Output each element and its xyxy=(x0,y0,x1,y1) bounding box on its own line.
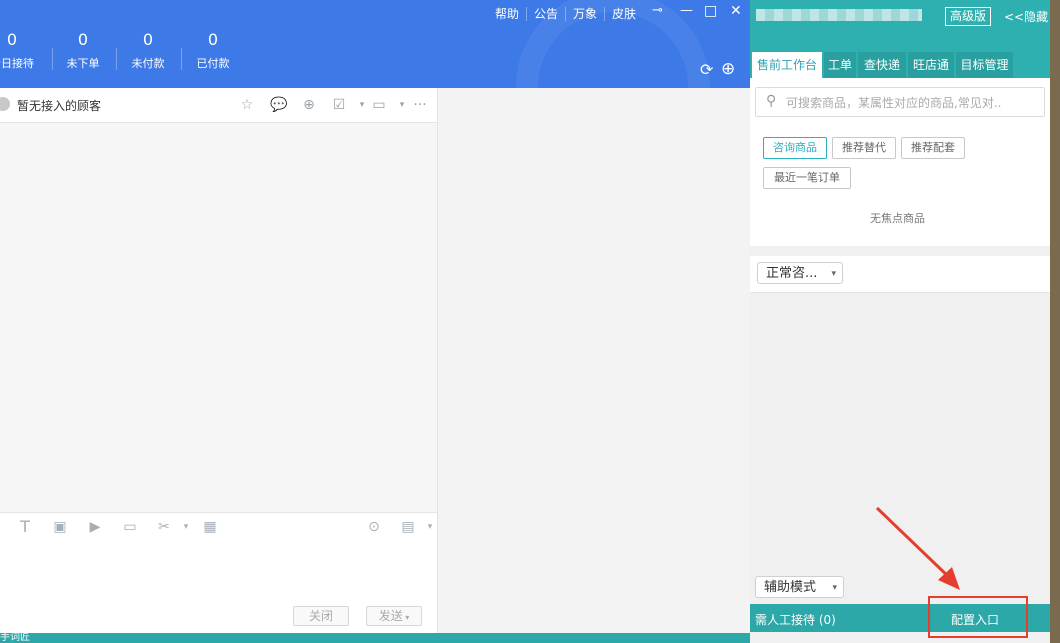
scissors-icon[interactable]: ✂ xyxy=(154,518,174,536)
waiting-manual-count[interactable]: 需人工接待 (0) xyxy=(755,611,836,628)
account-name-masked xyxy=(756,9,922,21)
favorite-user-icon[interactable]: ☆ xyxy=(237,96,257,114)
stat-value: 0 xyxy=(6,30,18,49)
wanxiang-menu[interactable]: 万象 xyxy=(573,6,597,22)
search-placeholder: 可搜索商品，某属性对应的商品,常见对.. xyxy=(786,96,1002,110)
pin-icon[interactable]: ⊸ xyxy=(652,3,663,18)
chat-title: 暂无接入的顾客 xyxy=(17,99,102,113)
send-label: 发送 xyxy=(378,609,403,623)
stat-label: 未付款 xyxy=(131,57,165,70)
font-icon[interactable]: T xyxy=(15,518,35,536)
background-strip xyxy=(1050,0,1060,643)
stat-value: 0 xyxy=(142,30,154,49)
quick-reply-icon[interactable]: ⊙ xyxy=(364,518,384,536)
maximize-icon[interactable]: □ xyxy=(704,3,717,19)
footer-text: 手词匠 xyxy=(0,633,30,643)
tab-presale-workbench[interactable]: 售前工作台 xyxy=(752,52,822,78)
chip-recommend-alternative[interactable]: 推荐替代 xyxy=(832,137,896,159)
close-button[interactable]: 关闭 xyxy=(293,606,349,626)
bottom-strip xyxy=(0,633,750,643)
annotation-arrow-icon xyxy=(875,506,960,590)
video-icon[interactable]: ▭ xyxy=(369,96,389,114)
chevron-down-icon: ▾ xyxy=(832,583,837,593)
stat-divider xyxy=(116,48,117,70)
chat-bubble-icon[interactable]: 💬 xyxy=(269,96,289,114)
menu-divider xyxy=(526,7,527,21)
chevron-down-icon[interactable]: ▾ xyxy=(176,518,196,536)
assist-mode-select[interactable]: 辅助模式 ▾ xyxy=(755,576,844,598)
chevron-down-icon[interactable]: ▾ xyxy=(392,96,412,114)
tab-wangdiantong[interactable]: 旺店通 xyxy=(908,52,954,78)
tab-express[interactable]: 查快递 xyxy=(858,52,906,78)
notice-menu[interactable]: 公告 xyxy=(534,6,558,22)
chip-recent-order[interactable]: 最近一笔订单 xyxy=(763,167,851,189)
chip-recommend-bundle[interactable]: 推荐配套 xyxy=(901,137,965,159)
help-menu[interactable]: 帮助 xyxy=(495,6,519,22)
assist-mode-value: 辅助模式 xyxy=(764,580,817,595)
menu-divider xyxy=(604,7,605,21)
chevron-down-icon: ▾ xyxy=(831,269,836,279)
search-icon: ⚲ xyxy=(766,93,777,109)
play-video-icon[interactable]: ▶ xyxy=(85,518,105,536)
no-focus-product-text: 无焦点商品 xyxy=(870,212,925,225)
consult-type-value: 正常咨... xyxy=(766,266,818,281)
send-button[interactable]: 发送 ▾ xyxy=(366,606,422,626)
stat-label: 未下单 xyxy=(66,57,100,70)
close-icon[interactable]: ✕ xyxy=(730,3,742,19)
chip-consult-product[interactable]: 咨询商品 xyxy=(763,137,827,159)
chevron-down-icon[interactable]: ▾ xyxy=(420,518,440,536)
highlight-box xyxy=(928,596,1028,638)
product-search-box[interactable]: ⚲ 可搜索商品，某属性对应的商品,常见对.. xyxy=(755,87,1045,117)
stat-value: 0 xyxy=(77,30,89,49)
stat-today-reception[interactable]: 0 今日接待 xyxy=(0,30,42,72)
minimize-icon[interactable]: — xyxy=(680,3,693,18)
hide-button[interactable]: <<隐藏 xyxy=(1004,8,1048,25)
add-user-icon[interactable]: ⊕ xyxy=(299,96,319,114)
refresh-icon[interactable]: ⟳ xyxy=(700,60,713,79)
middle-panel xyxy=(438,88,750,633)
tab-target-management[interactable]: 目标管理 xyxy=(956,52,1013,78)
more-icon[interactable]: ··· xyxy=(410,96,430,114)
skin-menu[interactable]: 皮肤 xyxy=(612,6,636,22)
calculator-icon[interactable]: ▦ xyxy=(200,518,220,536)
tab-work-order[interactable]: 工单 xyxy=(824,52,856,78)
stat-unpaid[interactable]: 0 未付款 xyxy=(118,30,178,72)
menu-divider xyxy=(565,7,566,21)
stat-paid[interactable]: 0 已付款 xyxy=(183,30,243,72)
stat-not-ordered[interactable]: 0 未下单 xyxy=(53,30,113,72)
document-icon[interactable]: ▤ xyxy=(398,518,418,536)
stat-label: 已付款 xyxy=(196,57,230,70)
check-task-icon[interactable]: ☑ xyxy=(329,96,349,114)
consult-type-select[interactable]: 正常咨... ▾ xyxy=(757,262,843,284)
stat-divider xyxy=(181,48,182,70)
stat-value: 0 xyxy=(207,30,219,49)
version-badge[interactable]: 高级版 xyxy=(945,7,991,26)
stat-label: 今日接待 xyxy=(0,57,34,70)
folder-icon[interactable]: ▭ xyxy=(120,518,140,536)
image-icon[interactable]: ▣ xyxy=(50,518,70,536)
add-icon[interactable]: ⊕ xyxy=(721,59,735,79)
